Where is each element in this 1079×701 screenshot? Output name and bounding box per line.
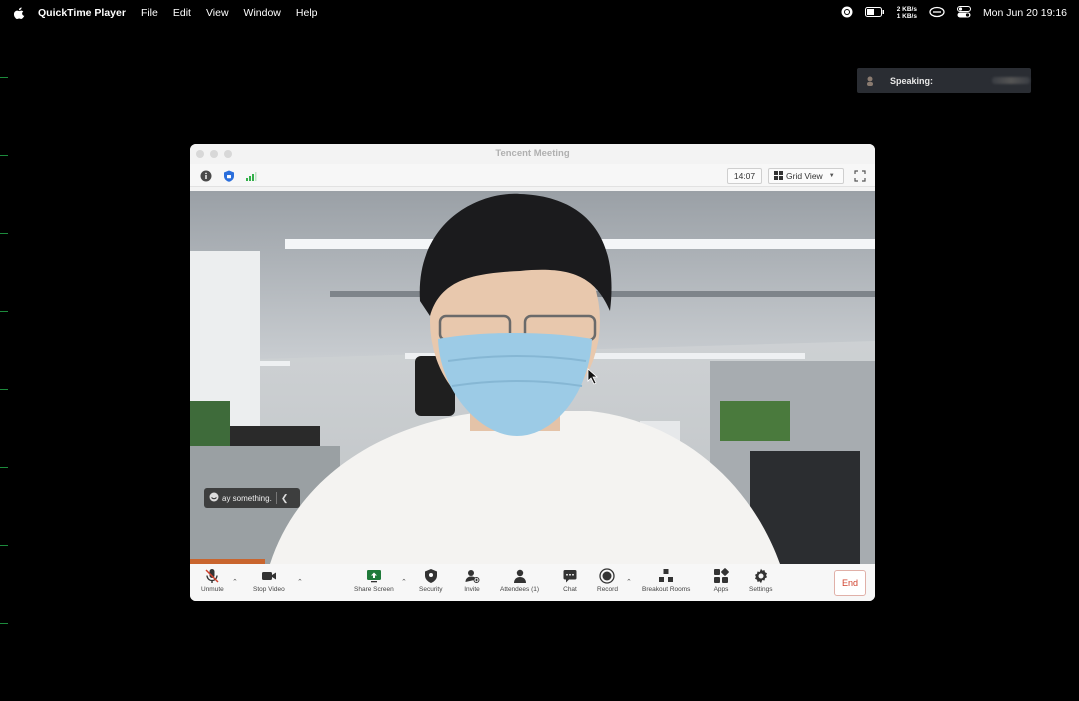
security-button[interactable]: Security — [419, 568, 442, 593]
chevron-left-icon[interactable]: ❮ — [281, 493, 289, 504]
participant-video: ay something. ❮ — [190, 191, 875, 564]
chevron-up-icon[interactable]: ⌃ — [401, 578, 407, 586]
edge-tick — [0, 233, 8, 234]
fullscreen-icon[interactable] — [854, 169, 866, 182]
encryption-shield-icon[interactable] — [223, 169, 235, 182]
end-meeting-button[interactable]: End — [834, 570, 866, 596]
screen-record-icon[interactable] — [841, 6, 853, 21]
menu-view[interactable]: View — [206, 7, 229, 19]
chat-placeholder: ay something. — [222, 493, 272, 503]
edge-tick — [0, 155, 8, 156]
menu-window[interactable]: Window — [244, 7, 281, 19]
breakout-rooms-label: Breakout Rooms — [642, 586, 691, 593]
meeting-timer: 14:07 — [727, 168, 762, 184]
clock[interactable]: Mon Jun 20 19:16 — [983, 7, 1067, 19]
attendees-icon — [513, 569, 526, 583]
record-label: Record — [597, 586, 618, 593]
info-icon[interactable] — [200, 169, 212, 182]
share-screen-button[interactable]: Share Screen — [354, 568, 394, 593]
security-shield-icon — [424, 569, 437, 583]
stop-video-label: Stop Video — [253, 586, 285, 593]
speaker-name-blurred — [992, 77, 1030, 84]
share-screen-icon — [366, 570, 381, 583]
invite-label: Invite — [464, 586, 480, 593]
edge-tick — [0, 311, 8, 312]
edge-tick — [0, 545, 8, 546]
net-up: 2 KB/s — [896, 6, 917, 13]
microphone-muted-icon — [205, 569, 219, 583]
menu-bar-extras: 2 KB/s 1 KB/s Mon Jun 20 19:16 — [841, 0, 1067, 26]
unmute-button[interactable]: Unmute — [201, 568, 224, 593]
net-down: 1 KB/s — [896, 13, 917, 20]
breakout-rooms-icon — [659, 569, 674, 582]
control-center-icon[interactable] — [956, 5, 971, 21]
chevron-up-icon[interactable]: ⌃ — [297, 578, 303, 586]
apps-grid-icon — [714, 568, 729, 583]
menu-edit[interactable]: Edit — [173, 7, 191, 19]
app-name[interactable]: QuickTime Player — [38, 7, 126, 19]
chat-input-bubble[interactable]: ay something. ❮ — [204, 488, 300, 508]
chat-bubble-icon — [563, 570, 577, 583]
breakout-rooms-button[interactable]: Breakout Rooms — [642, 568, 690, 593]
battery-icon[interactable] — [864, 6, 885, 20]
invite-button[interactable]: Invite — [464, 568, 480, 593]
chevron-up-icon[interactable]: ⌃ — [626, 578, 632, 586]
attendees-button[interactable]: Attendees (1) — [500, 568, 539, 593]
apple-icon[interactable] — [13, 7, 25, 19]
speaker-avatar-icon — [866, 76, 874, 86]
chat-button[interactable]: Chat — [562, 568, 578, 593]
grid-icon — [774, 170, 783, 182]
window-titlebar[interactable]: Tencent Meeting — [190, 144, 875, 164]
menu-file[interactable]: File — [141, 7, 158, 19]
edge-tick — [0, 77, 8, 78]
meeting-info-bar: 14:07 Grid View ▼ — [190, 164, 875, 187]
chevron-up-icon[interactable]: ⌃ — [232, 578, 238, 586]
network-speed[interactable]: 2 KB/s 1 KB/s — [897, 6, 917, 20]
attendees-label: Attendees (1) — [500, 586, 540, 593]
speaking-indicator: Speaking: — [857, 68, 1031, 93]
chat-label: Chat — [563, 586, 577, 593]
chevron-down-icon: ▼ — [828, 173, 835, 179]
video-camera-icon — [261, 572, 276, 580]
video-frame-illustration — [190, 191, 875, 564]
unmute-label: Unmute — [201, 586, 224, 593]
meeting-toolbar: Unmute ⌃ Stop Video ⌃ Share Screen ⌃ Sec… — [190, 564, 875, 601]
edge-tick — [0, 389, 8, 390]
record-button[interactable]: Record — [597, 568, 618, 593]
edge-tick — [0, 467, 8, 468]
window-title: Tencent Meeting — [495, 148, 570, 159]
share-screen-label: Share Screen — [354, 586, 394, 593]
apps-label: Apps — [713, 586, 729, 593]
invite-user-icon — [465, 570, 480, 583]
meeting-window: Tencent Meeting 14:07 Grid View ▼ ay som… — [190, 144, 875, 601]
speaking-label: Speaking: — [890, 75, 934, 86]
record-icon — [599, 568, 616, 584]
divider — [275, 492, 277, 504]
apps-button[interactable]: Apps — [713, 568, 729, 593]
view-mode-label: Grid View — [786, 171, 823, 181]
cloud-sync-icon[interactable] — [929, 6, 945, 21]
menu-bar: QuickTime Player File Edit View Window H… — [0, 0, 1079, 26]
network-signal-icon[interactable] — [245, 169, 257, 181]
settings-button[interactable]: Settings — [749, 568, 773, 593]
menu-help[interactable]: Help — [296, 7, 318, 19]
edge-tick — [0, 623, 8, 624]
security-label: Security — [419, 586, 443, 593]
stop-video-button[interactable]: Stop Video — [253, 568, 285, 593]
settings-label: Settings — [749, 586, 773, 593]
gear-icon — [754, 568, 767, 584]
view-mode-dropdown[interactable]: Grid View ▼ — [768, 168, 844, 184]
emoji-icon[interactable] — [209, 492, 219, 504]
